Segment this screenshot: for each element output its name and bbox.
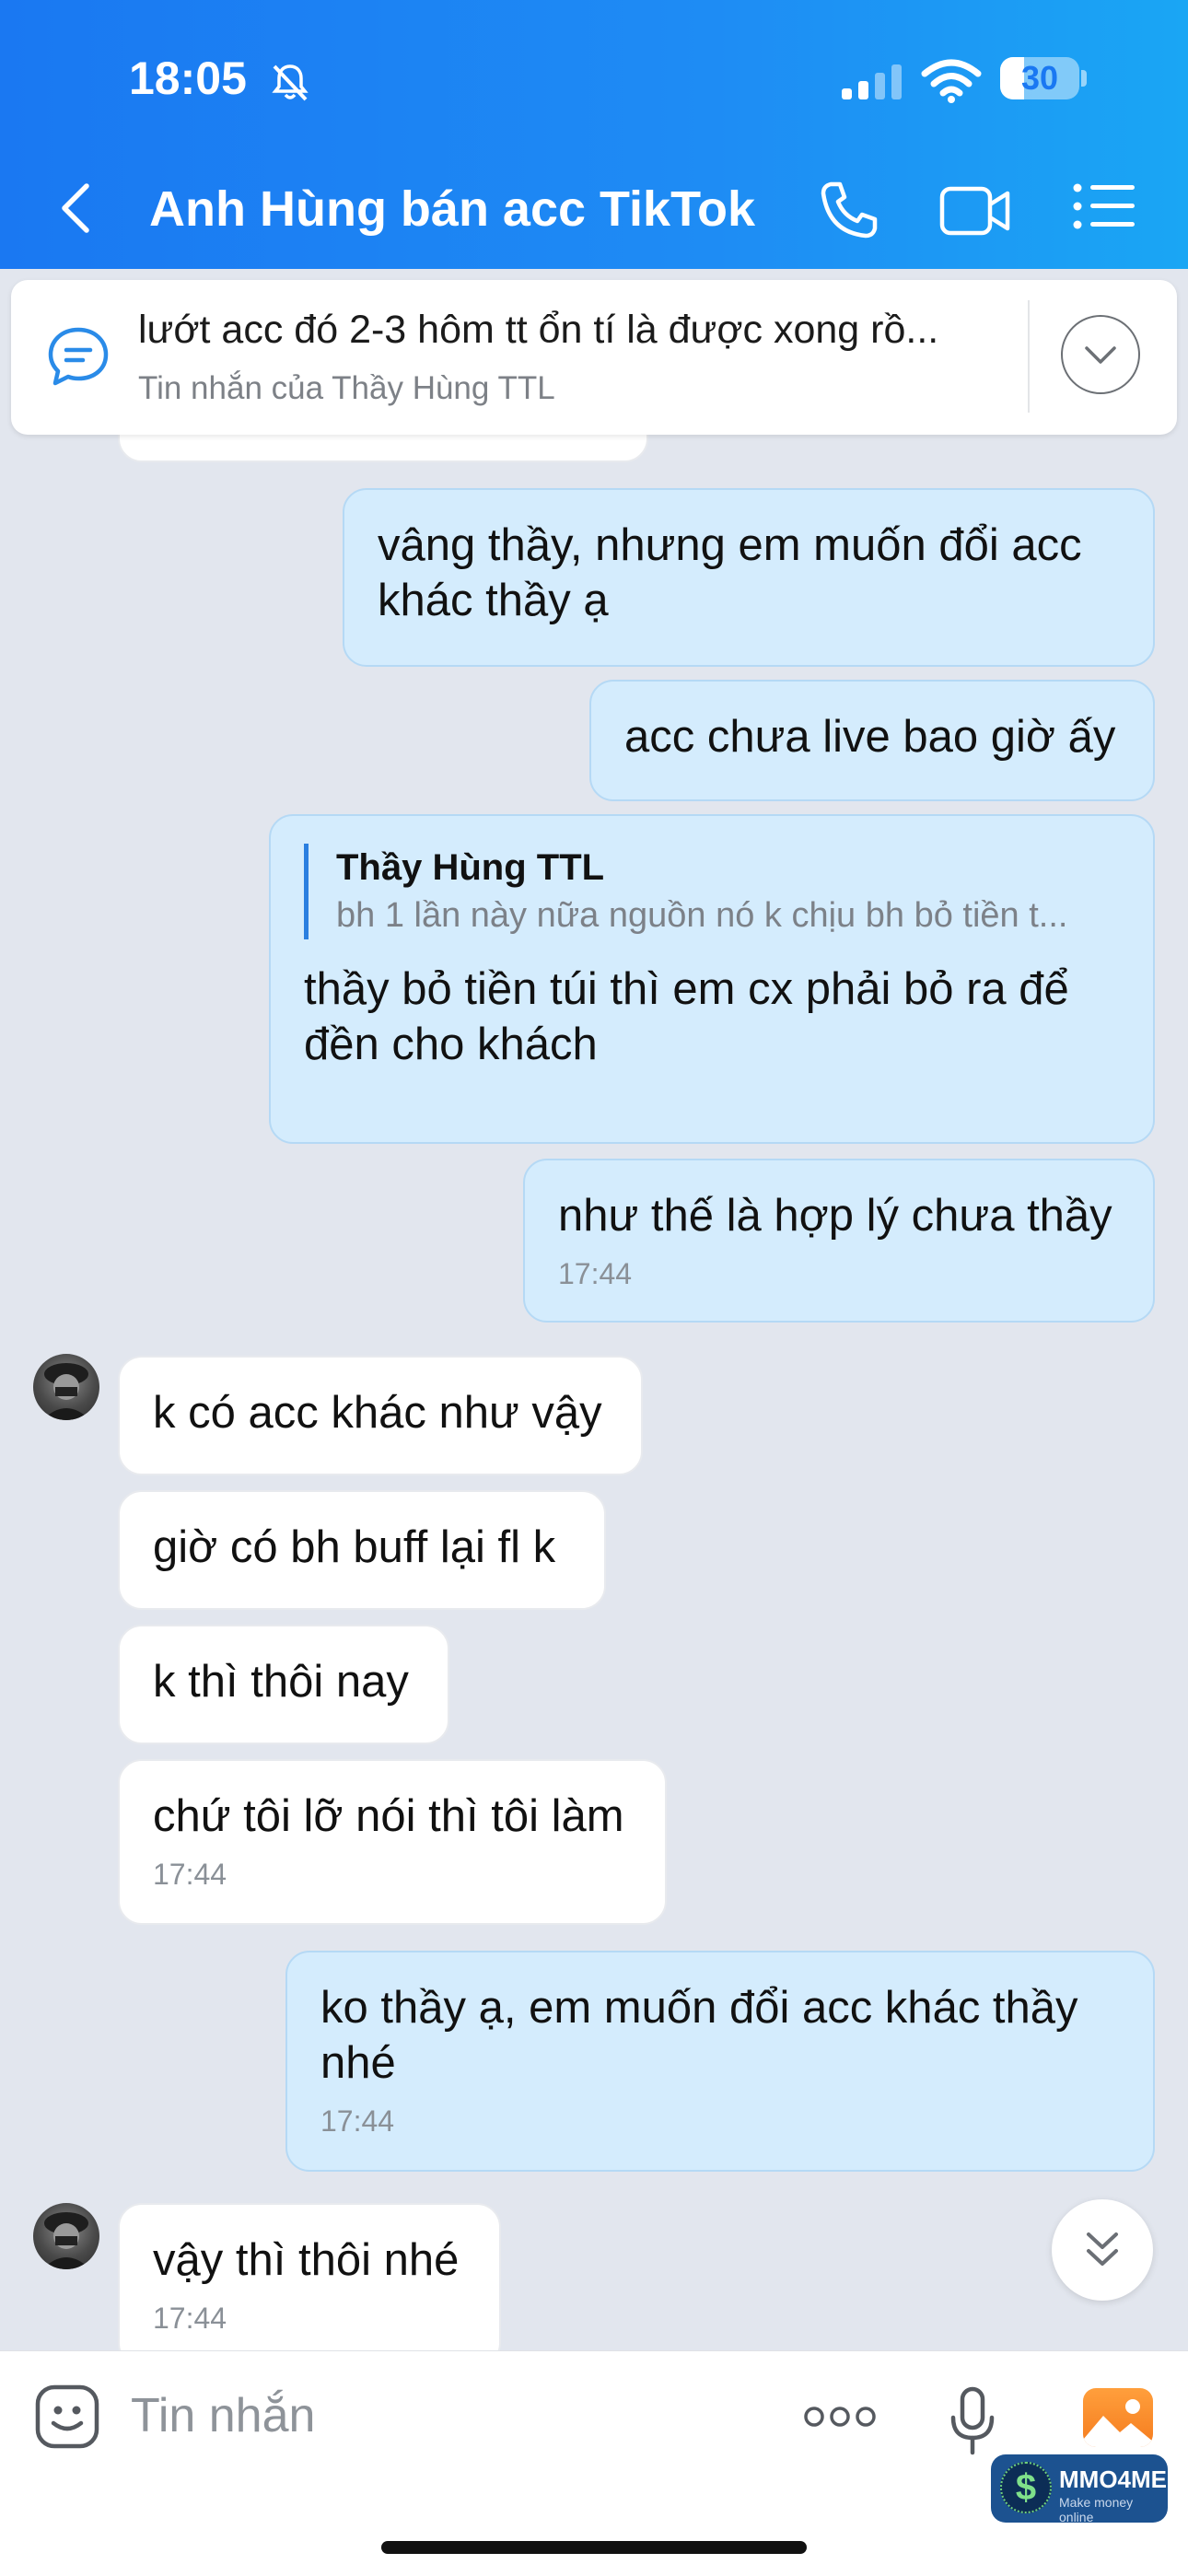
message-text: vậy thì thôi nhé (153, 2235, 460, 2285)
chat-bubble-icon (46, 326, 111, 391)
message-input[interactable]: Tin nhắn (131, 2388, 315, 2443)
message-bubble-incoming[interactable]: vậy thì thôi nhé 17:44 (118, 2203, 501, 2367)
status-time: 18:05 (129, 52, 247, 104)
message-text: ko thầy ạ, em muốn đổi acc khác thầy nhé (320, 1983, 1078, 2088)
home-indicator (381, 2541, 807, 2554)
wifi-icon (921, 59, 982, 108)
pinned-message-author: Tin nhắn của Thầy Hùng TTL (138, 370, 555, 406)
scroll-to-bottom-button[interactable] (1052, 2199, 1153, 2301)
message-bubble-outgoing-reply[interactable]: Thầy Hùng TTL bh 1 lần này nữa nguồn nó … (269, 814, 1155, 1144)
message-text: giờ có bh buff lại fl k (153, 1522, 556, 1572)
video-call-icon[interactable] (939, 184, 1011, 242)
dollar-icon: $ (1000, 2462, 1052, 2513)
quoted-text: bh 1 lần này nữa nguồn nó k chịu bh bỏ t… (336, 896, 1068, 935)
message-text: như thế là hợp lý chưa thầy (558, 1191, 1112, 1241)
message-time: 17:44 (153, 1858, 227, 1891)
watermark-brand: MMO4ME (1059, 2465, 1167, 2493)
message-bubble-incoming[interactable]: giờ có bh buff lại fl k (118, 1490, 606, 1610)
sticker-icon[interactable] (33, 2383, 101, 2455)
quoted-message[interactable]: Thầy Hùng TTL bh 1 lần này nữa nguồn nó … (304, 844, 1120, 939)
bell-off-icon (269, 61, 311, 108)
message-bubble-outgoing[interactable]: ko thầy ạ, em muốn đổi acc khác thầy nhé… (285, 1951, 1155, 2172)
message-bubble-incoming[interactable]: k có acc khác như vậy (118, 1356, 643, 1475)
battery-icon: 30 (1000, 57, 1079, 99)
message-bubble-outgoing[interactable]: vâng thầy, nhưng em muốn đổi acc khác th… (343, 488, 1155, 667)
message-time: 17:44 (320, 2104, 395, 2138)
cellular-signal-icon (840, 64, 904, 106)
pinned-message-bar[interactable]: lướt acc đó 2-3 hôm tt ổn tí là được xon… (11, 280, 1177, 435)
message-bubble-incoming[interactable]: k thì thôi nay (118, 1625, 449, 1744)
quoted-author: Thầy Hùng TTL (336, 847, 605, 888)
avatar[interactable] (33, 1354, 99, 1420)
battery-tip (1081, 70, 1087, 87)
double-chevron-down-icon (1087, 2232, 1118, 2266)
avatar[interactable] (33, 2203, 99, 2269)
message-text: acc chưa live bao giờ ấy (624, 712, 1116, 762)
watermark-logo: $ MMO4ME Make money online (991, 2454, 1168, 2524)
divider (1028, 300, 1030, 413)
message-time: 17:44 (153, 2302, 227, 2335)
message-text: k thì thôi nay (153, 1657, 409, 1707)
more-options-icon[interactable] (803, 2403, 877, 2435)
phone-call-icon[interactable] (818, 179, 880, 246)
message-bubble-incoming[interactable]: chứ tôi lỡ nói thì tôi làm 17:44 (118, 1759, 667, 1925)
message-input-bar: Tin nhắn $ MMO4ME Make money online (0, 2350, 1188, 2576)
message-bubble-outgoing[interactable]: acc chưa live bao giờ ấy (589, 680, 1155, 801)
expand-pinned-button[interactable] (1061, 315, 1140, 394)
microphone-icon[interactable] (949, 2386, 996, 2461)
message-text: vâng thầy, nhưng em muốn đổi acc khác th… (378, 520, 1082, 625)
message-text: thầy bỏ tiền túi thì em cx phải bỏ ra để… (304, 964, 1069, 1069)
chat-title[interactable]: Anh Hùng bán acc TikTok (149, 181, 755, 238)
message-time: 17:44 (558, 1257, 633, 1290)
watermark-tagline: Make money online (1059, 2495, 1134, 2524)
message-bubble-outgoing[interactable]: như thế là hợp lý chưa thầy 17:44 (523, 1159, 1155, 1323)
battery-percent: 30 (1020, 59, 1059, 97)
chevron-down-icon (1085, 346, 1116, 364)
back-arrow-icon[interactable] (57, 181, 94, 240)
list-menu-icon[interactable] (1072, 182, 1136, 235)
message-text: k có acc khác như vậy (153, 1388, 602, 1438)
message-text: chứ tôi lỡ nói thì tôi làm (153, 1791, 624, 1841)
header-bar: 18:05 30 Anh Hùng bán acc TikTok (0, 0, 1188, 269)
pinned-message-text: lướt acc đó 2-3 hôm tt ổn tí là được xon… (138, 308, 939, 352)
photo-gallery-icon[interactable] (1083, 2388, 1153, 2447)
